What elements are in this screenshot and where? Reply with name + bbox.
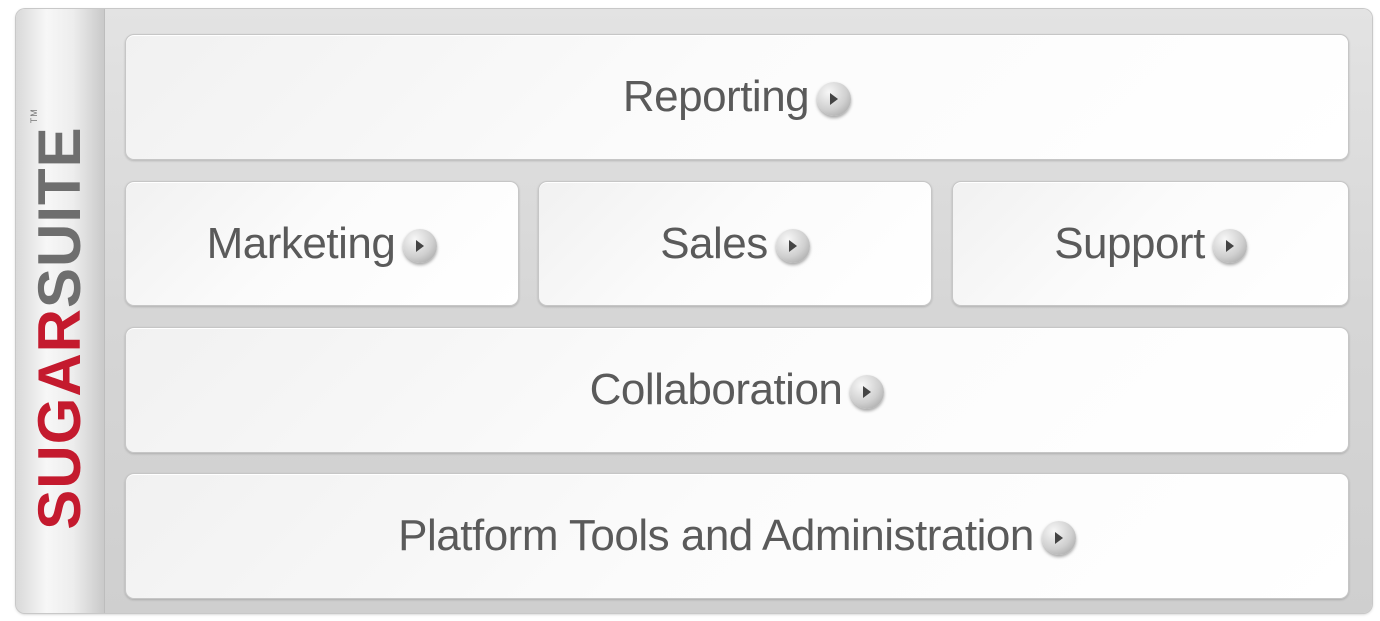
sales-label: Sales [660, 218, 768, 268]
support-tile[interactable]: Support [952, 181, 1349, 306]
circle-arrow-right-icon [850, 375, 885, 409]
circle-arrow-right-icon [1212, 228, 1247, 263]
circle-arrow-right-icon [817, 82, 852, 116]
circle-arrow-right-icon [1041, 521, 1076, 555]
support-label: Support [1054, 218, 1205, 268]
logo-suite-text: SUITE [26, 126, 93, 309]
marketing-tile[interactable]: Marketing [125, 181, 519, 306]
sugarsuite-logo: SUGARSUITE TM [26, 108, 93, 529]
platform-tools-label: Platform Tools and Administration [398, 511, 1034, 560]
reporting-tile[interactable]: Reporting [125, 34, 1349, 160]
platform-tools-tile[interactable]: Platform Tools and Administration [125, 473, 1349, 599]
reporting-label: Reporting [622, 72, 810, 121]
collaboration-tile[interactable]: Collaboration [125, 327, 1349, 453]
brand-sidebar: SUGARSUITE TM [16, 9, 105, 613]
circle-arrow-right-icon [775, 228, 810, 263]
collaboration-label: Collaboration [589, 365, 843, 414]
circle-arrow-right-icon [403, 228, 438, 263]
logo-sugar-text: SUGAR [26, 308, 93, 530]
sales-tile[interactable]: Sales [538, 181, 932, 306]
marketing-label: Marketing [206, 218, 396, 268]
trademark-mark: TM [29, 108, 39, 124]
